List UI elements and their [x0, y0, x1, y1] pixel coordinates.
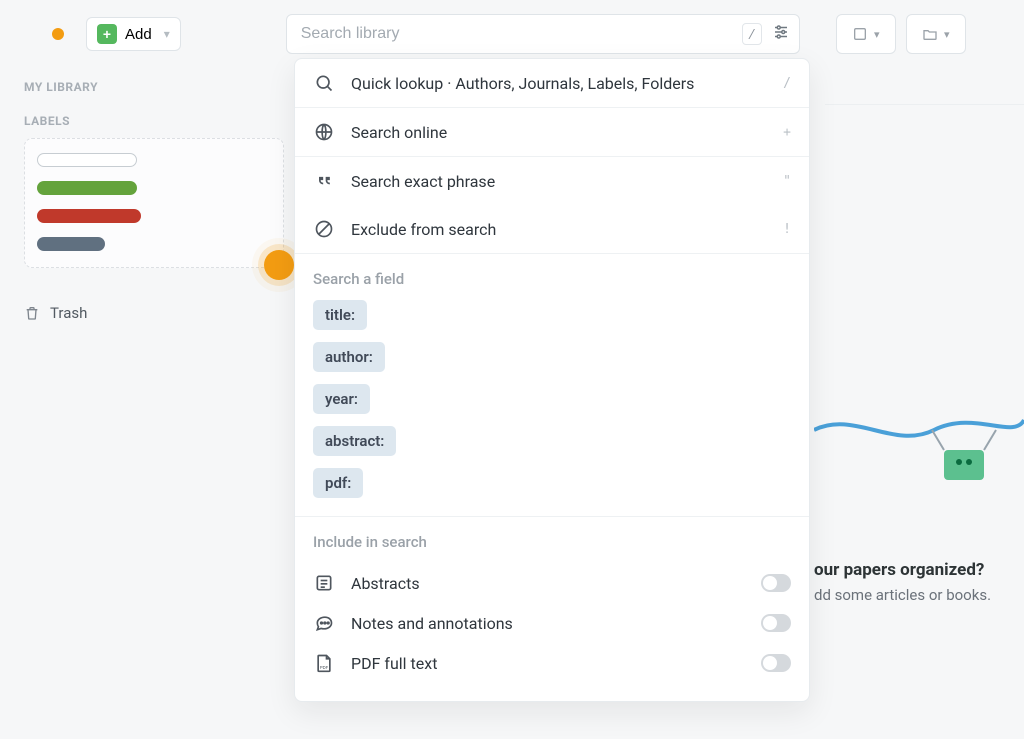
field-tag-abstract[interactable]: abstract: [313, 426, 396, 456]
divider [825, 104, 1024, 105]
popover-section-heading: Search a field [313, 270, 791, 288]
popover-option-label: Search online [351, 123, 767, 142]
toggle-abstracts[interactable] [761, 574, 791, 592]
svg-text:PDF: PDF [320, 665, 329, 670]
search-shortcut-badge: / [742, 23, 762, 45]
toggle-notes[interactable] [761, 614, 791, 632]
label-item[interactable] [37, 181, 137, 195]
field-tag-author[interactable]: author: [313, 342, 385, 372]
field-tag-year[interactable]: year: [313, 384, 370, 414]
field-tag-title[interactable]: title: [313, 300, 367, 330]
pdf-icon: PDF [313, 653, 335, 673]
popover-option-label: Search exact phrase [351, 172, 767, 191]
sidebar-item-label: Trash [50, 304, 87, 322]
sidebar-item-trash[interactable]: Trash [24, 304, 284, 322]
chevron-down-icon: ▾ [874, 28, 880, 41]
add-button[interactable]: + Add ▾ [86, 17, 181, 51]
chevron-down-icon: ▾ [944, 28, 950, 41]
popover-option-shortcut: ! [783, 222, 791, 237]
toggle-pdf-fulltext[interactable] [761, 654, 791, 672]
status-dot [52, 28, 64, 40]
popover-option-search-online[interactable]: Search online + [295, 108, 809, 157]
plus-icon: + [97, 24, 117, 44]
chevron-down-icon: ▾ [164, 27, 170, 41]
popover-option-label: Quick lookup · Authors, Journals, Labels… [351, 74, 767, 93]
label-item[interactable] [37, 237, 105, 251]
view-toggle-button[interactable]: ▾ [836, 14, 896, 54]
trash-icon [24, 305, 40, 321]
popover-option-exact-phrase[interactable]: Search exact phrase " [295, 157, 809, 205]
folder-icon [922, 26, 938, 42]
search-input[interactable] [286, 14, 800, 54]
popover-option-shortcut: + [783, 125, 791, 140]
include-label: PDF full text [351, 654, 745, 673]
notes-icon [313, 613, 335, 633]
highlight-halo [264, 250, 294, 280]
include-label: Notes and annotations [351, 614, 745, 633]
label-item[interactable] [37, 209, 141, 223]
popover-option-shortcut: / [783, 76, 791, 91]
square-icon [852, 26, 868, 42]
popover-option-quick-lookup[interactable]: Quick lookup · Authors, Journals, Labels… [295, 59, 809, 108]
empty-state-subtitle: dd some articles or books. [814, 586, 1024, 604]
label-item[interactable] [37, 153, 137, 167]
empty-illustration [814, 400, 1024, 510]
quote-icon [313, 171, 335, 191]
filter-icon[interactable] [772, 23, 790, 45]
popover-option-label: Exclude from search [351, 220, 767, 239]
include-label: Abstracts [351, 574, 745, 593]
popover-option-shortcut: " [783, 174, 791, 189]
popover-section-heading: Include in search [313, 533, 791, 551]
labels-box [24, 138, 284, 268]
search-icon [313, 73, 335, 93]
globe-icon [313, 122, 335, 142]
add-button-label: Add [125, 26, 152, 43]
ban-icon [313, 219, 335, 239]
sidebar-heading-labels: LABELS [24, 114, 284, 128]
field-tag-pdf[interactable]: pdf: [313, 468, 363, 498]
folder-toggle-button[interactable]: ▾ [906, 14, 966, 54]
empty-state-title: our papers organized? [814, 560, 1024, 580]
search-popover: Quick lookup · Authors, Journals, Labels… [294, 58, 810, 702]
abstract-icon [313, 573, 335, 593]
sidebar-heading-my-library: MY LIBRARY [24, 80, 284, 94]
popover-option-exclude[interactable]: Exclude from search ! [295, 205, 809, 254]
